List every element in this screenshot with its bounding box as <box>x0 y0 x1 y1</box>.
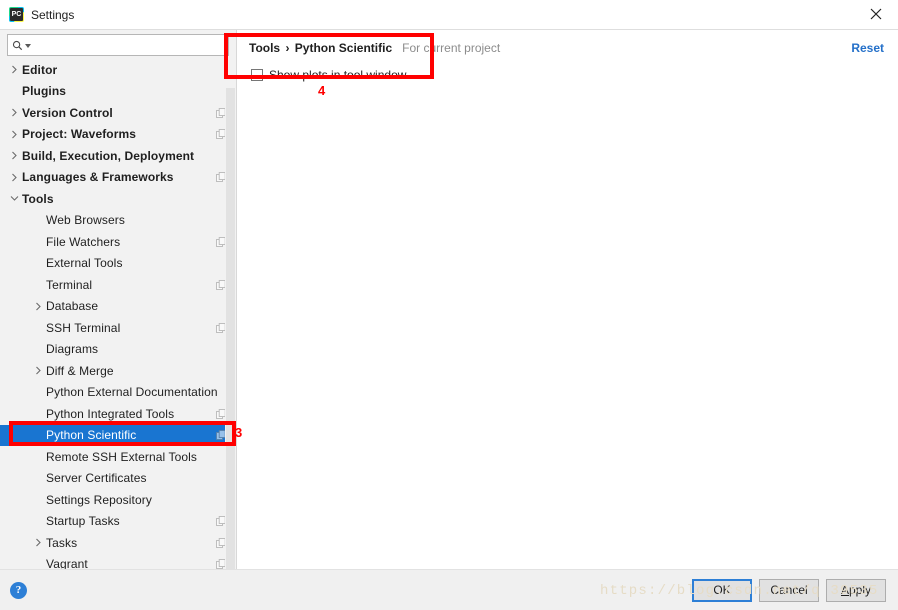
chevron-right-icon[interactable] <box>30 302 46 311</box>
sidebar-item-label: Terminal <box>46 278 92 292</box>
sidebar-item-plugins[interactable]: Plugins <box>0 81 236 103</box>
sidebar-item-label: Remote SSH External Tools <box>46 450 197 464</box>
sidebar-item-version-control[interactable]: Version Control <box>0 102 236 124</box>
sidebar-item-label: Editor <box>22 63 57 77</box>
chevron-down-icon[interactable] <box>6 195 22 202</box>
sidebar-item-label: Plugins <box>22 84 66 98</box>
sidebar-item-label: Languages & Frameworks <box>22 170 174 184</box>
sidebar-scrollbar[interactable] <box>225 58 236 569</box>
chevron-right-icon[interactable] <box>30 538 46 547</box>
show-plots-label: Show plots in tool window <box>269 68 406 82</box>
scope-note: For current project <box>402 41 500 55</box>
sidebar-item-label: Vagrant <box>46 557 88 569</box>
sidebar-item-build-execution-deployment[interactable]: Build, Execution, Deployment <box>0 145 236 167</box>
sidebar-item-label: SSH Terminal <box>46 321 120 335</box>
breadcrumb-separator: › <box>283 41 291 55</box>
sidebar-item-label: External Tools <box>46 256 123 270</box>
dialog-body: Editor Plugins Version Control Project: Wav… <box>0 30 898 569</box>
sidebar-item-file-watchers[interactable]: File Watchers <box>0 231 236 253</box>
settings-options: Show plots in tool window <box>237 55 898 84</box>
sidebar-item-remote-ssh-external-tools[interactable]: Remote SSH External Tools <box>0 446 236 468</box>
chevron-right-icon[interactable] <box>6 108 22 117</box>
pycharm-icon <box>9 7 24 22</box>
search-input[interactable] <box>33 38 224 52</box>
sidebar-scrollbar-thumb[interactable] <box>226 88 235 588</box>
breadcrumb-leaf: Python Scientific <box>295 41 392 55</box>
apply-button[interactable]: Apply <box>826 579 886 602</box>
search-icon <box>12 40 23 51</box>
sidebar-item-startup-tasks[interactable]: Startup Tasks <box>0 511 236 533</box>
title-bar-left: Settings <box>0 7 74 22</box>
sidebar-item-label: Diagrams <box>46 342 98 356</box>
sidebar-item-label: Server Certificates <box>46 471 147 485</box>
sidebar-item-label: Version Control <box>22 106 113 120</box>
sidebar-item-label: File Watchers <box>46 235 120 249</box>
chevron-right-icon[interactable] <box>6 130 22 139</box>
sidebar-item-languages-frameworks[interactable]: Languages & Frameworks <box>0 167 236 189</box>
sidebar-item-label: Database <box>46 299 98 313</box>
help-icon[interactable]: ? <box>10 582 27 599</box>
breadcrumb-text: Tools › Python Scientific <box>249 41 392 55</box>
search-box[interactable] <box>7 34 229 56</box>
breadcrumb: Tools › Python Scientific For current pr… <box>237 30 898 55</box>
settings-tree[interactable]: Editor Plugins Version Control Project: Wav… <box>0 59 236 569</box>
sidebar-item-web-browsers[interactable]: Web Browsers <box>0 210 236 232</box>
dialog-footer: ? OK Cancel Apply <box>0 569 898 610</box>
sidebar-item-settings-repository[interactable]: Settings Repository <box>0 489 236 511</box>
sidebar-item-database[interactable]: Database <box>0 296 236 318</box>
sidebar-item-vagrant[interactable]: Vagrant <box>0 554 236 570</box>
sidebar-item-label: Python Integrated Tools <box>46 407 174 421</box>
sidebar-item-label: Settings Repository <box>46 493 152 507</box>
sidebar-item-tools[interactable]: Tools <box>0 188 236 210</box>
close-icon[interactable] <box>853 0 898 28</box>
sidebar-item-label: Python Scientific <box>46 428 136 442</box>
sidebar-item-server-certificates[interactable]: Server Certificates <box>0 468 236 490</box>
settings-dialog: Settings <box>0 0 898 610</box>
title-bar: Settings <box>0 0 898 30</box>
ok-button[interactable]: OK <box>692 579 752 602</box>
breadcrumb-root: Tools <box>249 41 280 55</box>
cancel-button[interactable]: Cancel <box>759 579 819 602</box>
sidebar-item-tasks[interactable]: Tasks <box>0 532 236 554</box>
sidebar-item-ssh-terminal[interactable]: SSH Terminal <box>0 317 236 339</box>
reset-link[interactable]: Reset <box>851 41 884 55</box>
chevron-right-icon[interactable] <box>6 151 22 160</box>
sidebar-item-label: Diff & Merge <box>46 364 114 378</box>
show-plots-checkbox[interactable] <box>251 69 263 81</box>
chevron-right-icon[interactable] <box>6 173 22 182</box>
sidebar-item-terminal[interactable]: Terminal <box>0 274 236 296</box>
chevron-down-icon[interactable] <box>25 44 31 48</box>
settings-sidebar: Editor Plugins Version Control Project: Wav… <box>0 30 237 569</box>
sidebar-item-python-external-documentation[interactable]: Python External Documentation <box>0 382 236 404</box>
sidebar-item-project-waveforms[interactable]: Project: Waveforms <box>0 124 236 146</box>
chevron-right-icon[interactable] <box>30 366 46 375</box>
settings-content-pane: Tools › Python Scientific For current pr… <box>237 30 898 569</box>
apply-rest: pply <box>849 583 871 597</box>
sidebar-item-label: Web Browsers <box>46 213 125 227</box>
sidebar-item-label: Tools <box>22 192 54 206</box>
sidebar-item-label: Python External Documentation <box>46 385 218 399</box>
sidebar-item-diagrams[interactable]: Diagrams <box>0 339 236 361</box>
sidebar-item-python-integrated-tools[interactable]: Python Integrated Tools <box>0 403 236 425</box>
sidebar-item-label: Tasks <box>46 536 77 550</box>
sidebar-item-label: Project: Waveforms <box>22 127 136 141</box>
search-container <box>0 30 236 59</box>
chevron-right-icon[interactable] <box>6 65 22 74</box>
sidebar-item-diff-merge[interactable]: Diff & Merge <box>0 360 236 382</box>
show-plots-row[interactable]: Show plots in tool window <box>251 66 886 84</box>
sidebar-item-external-tools[interactable]: External Tools <box>0 253 236 275</box>
sidebar-item-editor[interactable]: Editor <box>0 59 236 81</box>
apply-mnemonic: A <box>841 583 849 597</box>
window-title: Settings <box>31 8 74 22</box>
sidebar-item-label: Build, Execution, Deployment <box>22 149 194 163</box>
footer-buttons: OK Cancel Apply <box>692 579 886 602</box>
sidebar-item-label: Startup Tasks <box>46 514 120 528</box>
sidebar-item-python-scientific[interactable]: Python Scientific <box>0 425 236 447</box>
